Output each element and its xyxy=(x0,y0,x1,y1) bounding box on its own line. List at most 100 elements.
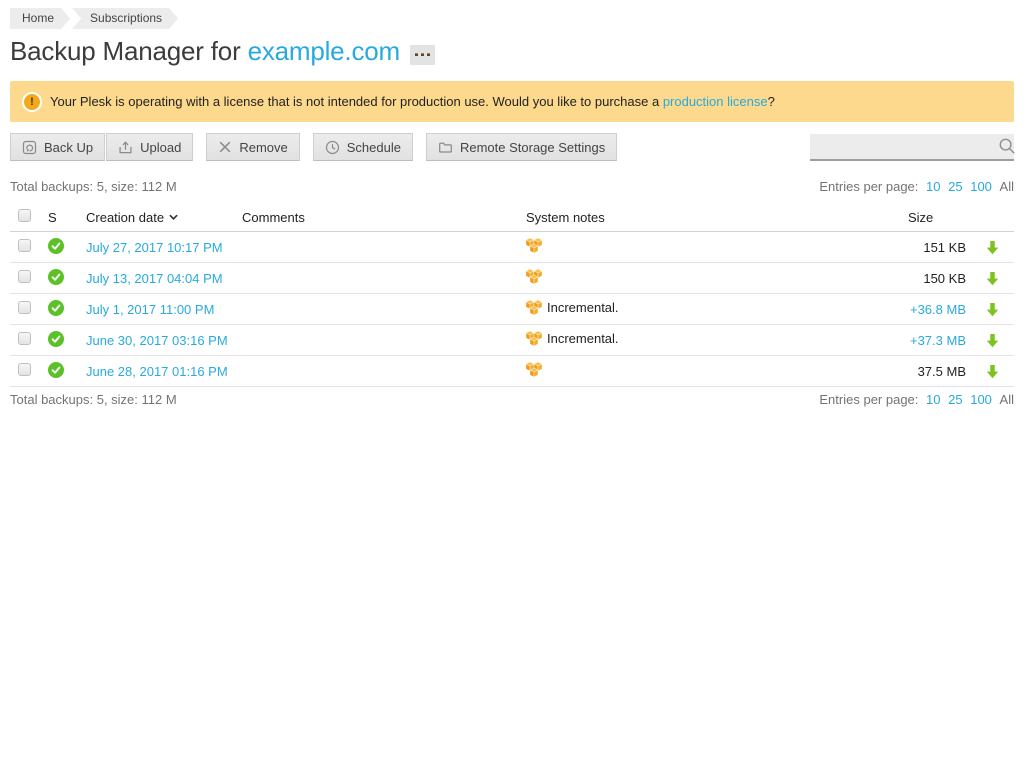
summary-top: Total backups: 5, size: 112 M Entries pe… xyxy=(10,179,1014,194)
row-checkbox[interactable] xyxy=(18,301,31,314)
search-input[interactable] xyxy=(810,134,998,159)
backup-size: 150 KB xyxy=(923,271,966,286)
domain-link[interactable]: example.com xyxy=(248,36,400,66)
upload-button[interactable]: Upload xyxy=(106,133,193,161)
schedule-icon xyxy=(325,140,340,155)
download-icon[interactable] xyxy=(986,240,999,255)
multivolume-backup-icon xyxy=(526,331,542,346)
production-license-link[interactable]: production license xyxy=(663,94,768,109)
header-status: S xyxy=(38,210,76,225)
status-success-icon xyxy=(48,269,64,285)
status-success-icon xyxy=(48,300,64,316)
remove-button[interactable]: Remove xyxy=(206,133,299,161)
header-system-notes: System notes xyxy=(516,210,898,225)
per-page-100-link-bottom[interactable]: 100 xyxy=(970,392,992,407)
backup-size[interactable]: +36.8 MB xyxy=(910,302,966,317)
backup-size[interactable]: +37.3 MB xyxy=(910,333,966,348)
table-row: July 27, 2017 10:17 PM 151 KB xyxy=(10,232,1014,263)
total-backups-text-bottom: Total backups: 5, size: 112 M xyxy=(10,392,177,407)
table-row: June 30, 2017 03:16 PM Incremental. +37.… xyxy=(10,325,1014,356)
row-checkbox[interactable] xyxy=(18,363,31,376)
entries-per-page-top: Entries per page: 10 25 100 All xyxy=(819,179,1014,194)
search-icon[interactable] xyxy=(998,137,1022,155)
breadcrumb-home[interactable]: Home xyxy=(10,8,70,29)
remove-icon xyxy=(218,140,232,154)
header-creation-date[interactable]: Creation date xyxy=(86,210,178,225)
multivolume-backup-icon xyxy=(526,269,542,284)
per-page-all-selected: All xyxy=(1000,179,1014,194)
per-page-25-link-bottom[interactable]: 25 xyxy=(948,392,962,407)
remove-group: Remove xyxy=(206,133,299,161)
per-page-10-link-bottom[interactable]: 10 xyxy=(926,392,940,407)
schedule-button[interactable]: Schedule xyxy=(313,133,413,161)
summary-bottom: Total backups: 5, size: 112 M Entries pe… xyxy=(10,392,1014,407)
back-up-label: Back Up xyxy=(44,140,93,155)
breadcrumb: Home Subscriptions xyxy=(10,8,1014,29)
toolbar: Back Up Upload Remove xyxy=(10,133,1014,161)
header-size: Size xyxy=(898,210,970,225)
back-up-button[interactable]: Back Up xyxy=(10,133,105,161)
backup-date-link[interactable]: July 27, 2017 10:17 PM xyxy=(86,240,223,255)
header-comments: Comments xyxy=(232,210,516,225)
select-all-checkbox[interactable] xyxy=(18,209,31,222)
table-row: July 1, 2017 11:00 PM Incremental. +36.8… xyxy=(10,294,1014,325)
table-header-row: S Creation date Comments System notes Si… xyxy=(10,203,1014,232)
row-checkbox[interactable] xyxy=(18,270,31,283)
backups-table: S Creation date Comments System notes Si… xyxy=(10,203,1014,387)
per-page-25-link[interactable]: 25 xyxy=(948,179,962,194)
search-box xyxy=(810,134,1014,161)
backup-date-link[interactable]: June 30, 2017 03:16 PM xyxy=(86,333,228,348)
entries-per-page-bottom: Entries per page: 10 25 100 All xyxy=(819,392,1014,407)
status-success-icon xyxy=(48,362,64,378)
total-backups-text: Total backups: 5, size: 112 M xyxy=(10,179,177,194)
table-body: July 27, 2017 10:17 PM 151 KB July 13, 2… xyxy=(10,232,1014,387)
row-checkbox[interactable] xyxy=(18,239,31,252)
download-icon[interactable] xyxy=(986,271,999,286)
schedule-label: Schedule xyxy=(347,140,401,155)
system-note-text: Incremental. xyxy=(547,300,619,315)
backup-icon xyxy=(22,140,37,155)
download-icon[interactable] xyxy=(986,333,999,348)
table-row: July 13, 2017 04:04 PM 150 KB xyxy=(10,263,1014,294)
more-actions-button[interactable] xyxy=(410,45,435,65)
table-row: June 28, 2017 01:16 PM 37.5 MB xyxy=(10,356,1014,387)
folder-icon xyxy=(438,140,453,155)
per-page-100-link[interactable]: 100 xyxy=(970,179,992,194)
schedule-group: Schedule xyxy=(313,133,413,161)
warning-icon: ! xyxy=(24,94,40,110)
backup-date-link[interactable]: July 13, 2017 04:04 PM xyxy=(86,271,223,286)
per-page-10-link[interactable]: 10 xyxy=(926,179,940,194)
title-prefix: Backup Manager for xyxy=(10,36,248,66)
entries-label: Entries per page: xyxy=(819,179,918,194)
upload-icon xyxy=(118,140,133,155)
download-icon[interactable] xyxy=(986,364,999,379)
multivolume-backup-icon xyxy=(526,300,542,315)
status-success-icon xyxy=(48,238,64,254)
license-warning-banner: ! Your Plesk is operating with a license… xyxy=(10,81,1014,122)
upload-label: Upload xyxy=(140,140,181,155)
download-icon[interactable] xyxy=(986,302,999,317)
sort-desc-icon xyxy=(169,214,178,220)
multivolume-backup-icon xyxy=(526,238,542,253)
system-note-text: Incremental. xyxy=(547,331,619,346)
title-row: Backup Manager for example.com xyxy=(10,36,1014,67)
ellipsis-icon xyxy=(415,53,430,56)
backup-manager-page: Home Subscriptions Backup Manager for ex… xyxy=(0,0,1024,407)
per-page-all-selected-bottom: All xyxy=(1000,392,1014,407)
remote-storage-settings-button[interactable]: Remote Storage Settings xyxy=(426,133,617,161)
backup-size: 151 KB xyxy=(923,240,966,255)
status-success-icon xyxy=(48,331,64,347)
warning-text: Your Plesk is operating with a license t… xyxy=(50,94,775,109)
page-title: Backup Manager for example.com xyxy=(10,36,400,67)
remote-storage-group: Remote Storage Settings xyxy=(426,133,617,161)
multivolume-backup-icon xyxy=(526,362,542,377)
row-checkbox[interactable] xyxy=(18,332,31,345)
backup-date-link[interactable]: July 1, 2017 11:00 PM xyxy=(86,302,214,317)
entries-label-bottom: Entries per page: xyxy=(819,392,918,407)
remove-label: Remove xyxy=(239,140,287,155)
backup-size: 37.5 MB xyxy=(918,364,966,379)
backup-upload-group: Back Up Upload xyxy=(10,133,193,161)
breadcrumb-subscriptions[interactable]: Subscriptions xyxy=(72,8,178,29)
backup-date-link[interactable]: June 28, 2017 01:16 PM xyxy=(86,364,228,379)
remote-storage-settings-label: Remote Storage Settings xyxy=(460,140,605,155)
